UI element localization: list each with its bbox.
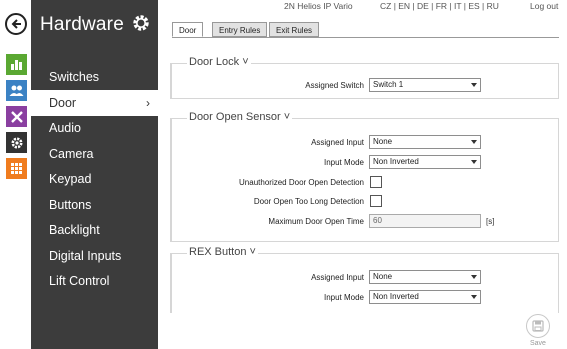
max-open-time-input: 60 xyxy=(369,214,481,228)
sidebar-title: Hardware xyxy=(40,14,124,35)
unauthorized-detection-label: Unauthorized Door Open Detection xyxy=(239,178,364,187)
sidebar-item-backlight[interactable]: Backlight xyxy=(31,217,158,243)
assigned-input-label: Assigned Input xyxy=(311,138,364,147)
chevron-down-icon xyxy=(471,275,477,279)
tab-exit-rules[interactable]: Exit Rules xyxy=(269,22,320,37)
app-root: Hardware Switches Door › Audio Camera Ke… xyxy=(0,0,567,349)
hardware-gear-icon[interactable] xyxy=(6,132,27,153)
sidebar-item-buttons[interactable]: Buttons xyxy=(31,192,158,218)
select-value: Non Inverted xyxy=(373,157,419,166)
input-mode-label: Input Mode xyxy=(323,293,364,302)
chevron-down-icon xyxy=(471,83,477,87)
assigned-input-label: Assigned Input xyxy=(311,273,364,282)
max-open-time-label: Maximum Door Open Time xyxy=(268,217,364,226)
product-name: 2N Helios IP Vario xyxy=(284,1,353,11)
unauthorized-detection-checkbox[interactable] xyxy=(370,176,382,188)
sidebar-item-keypad[interactable]: Keypad xyxy=(31,166,158,192)
select-value: Non Inverted xyxy=(373,292,419,301)
language-selector[interactable]: CZ | EN | DE | FR | IT | ES | RU xyxy=(380,1,499,11)
section-title[interactable]: Door Open Sensor ˅ xyxy=(187,111,293,123)
assigned-switch-label: Assigned Switch xyxy=(305,81,364,90)
logout-link[interactable]: Log out xyxy=(530,1,558,11)
too-long-detection-checkbox[interactable] xyxy=(370,195,382,207)
section-title[interactable]: Door Lock ˅ xyxy=(187,56,251,68)
tab-entry-rules[interactable]: Entry Rules xyxy=(212,22,268,37)
save-button[interactable] xyxy=(526,314,550,338)
chevron-down-icon xyxy=(471,160,477,164)
sidebar-item-camera[interactable]: Camera xyxy=(31,141,158,167)
status-chart-icon[interactable] xyxy=(6,54,27,75)
section-frame xyxy=(170,253,559,313)
main-nav-iconbar xyxy=(0,0,31,349)
max-open-time-unit: [s] xyxy=(486,217,495,226)
rex-assigned-input-select[interactable]: None xyxy=(369,270,481,284)
chevron-down-icon xyxy=(471,140,477,144)
system-grid-icon[interactable] xyxy=(6,158,27,179)
sidebar-item-door[interactable]: Door › xyxy=(31,90,158,116)
sidebar-item-label: Door xyxy=(49,96,77,110)
chevron-right-icon: › xyxy=(146,96,150,110)
chevron-down-icon xyxy=(471,295,477,299)
input-mode-label: Input Mode xyxy=(323,158,364,167)
input-mode-select[interactable]: Non Inverted xyxy=(369,155,481,169)
services-tools-icon[interactable] xyxy=(6,106,27,127)
directory-users-icon[interactable] xyxy=(6,80,27,101)
tab-door[interactable]: Door xyxy=(172,22,204,37)
save-label: Save xyxy=(530,340,546,347)
hardware-sidebar: Hardware Switches Door › Audio Camera Ke… xyxy=(31,0,158,349)
sidebar-item-switches[interactable]: Switches xyxy=(31,64,158,90)
rex-input-mode-select[interactable]: Non Inverted xyxy=(369,290,481,304)
select-value: Switch 1 xyxy=(373,80,404,89)
select-value: None xyxy=(373,137,393,146)
sidebar-item-digital-inputs[interactable]: Digital Inputs xyxy=(31,243,158,269)
assigned-input-select[interactable]: None xyxy=(369,135,481,149)
sidebar-item-lift-control[interactable]: Lift Control xyxy=(31,268,158,294)
section-title[interactable]: REX Button ˅ xyxy=(187,246,258,258)
too-long-detection-label: Door Open Too Long Detection xyxy=(253,197,364,206)
floppy-disk-icon xyxy=(532,320,544,332)
select-value: None xyxy=(373,272,393,281)
sidebar-item-audio[interactable]: Audio xyxy=(31,115,158,141)
settings-gear-icon xyxy=(131,13,151,38)
back-arrow-icon[interactable] xyxy=(5,13,27,35)
section-frame xyxy=(170,63,559,99)
assigned-switch-select[interactable]: Switch 1 xyxy=(369,78,481,92)
tab-divider xyxy=(172,37,559,38)
